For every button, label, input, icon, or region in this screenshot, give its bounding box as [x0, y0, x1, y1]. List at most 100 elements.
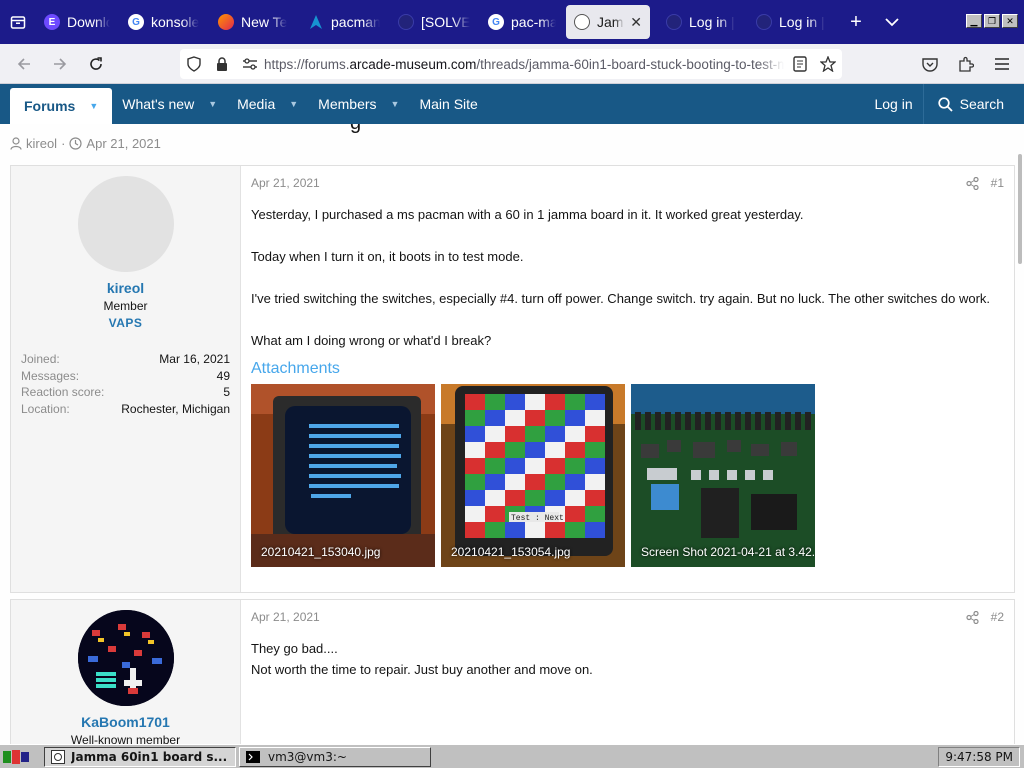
post-date-link[interactable]: Apr 21, 2021 — [251, 176, 1004, 190]
chevron-down-icon[interactable]: ▼ — [289, 99, 298, 109]
attachments-list: 20210421_153040.jpg Test : Next 20210421… — [251, 384, 1004, 567]
maximize-icon[interactable]: ❐ — [984, 14, 1000, 28]
hamburger-menu-icon[interactable] — [988, 49, 1016, 79]
chevron-down-icon[interactable]: ▼ — [89, 101, 98, 111]
reload-icon[interactable] — [78, 46, 114, 82]
new-tab-icon[interactable]: + — [838, 11, 874, 34]
browser-tab-5[interactable]: [SOLVE — [390, 5, 478, 39]
grid-cell — [525, 410, 545, 426]
browser-toolbar: https://forums.arcade-museum.com/threads… — [0, 44, 1024, 84]
share-icon[interactable] — [966, 176, 979, 190]
post-author-panel: kireol Member VAPS Joined: Mar 16, 2021 M… — [11, 166, 241, 592]
back-arrow-icon[interactable] — [6, 46, 42, 82]
post-body: Apr 21, 2021 #2 They go bad.... Not wort… — [241, 600, 1014, 744]
minimize-icon[interactable]: ▁ — [966, 14, 982, 28]
star-bookmark-icon[interactable] — [814, 56, 842, 72]
grid-cell — [545, 490, 565, 506]
browser-tab-4[interactable]: pacman — [300, 5, 388, 39]
tab-overview-button[interactable] — [0, 0, 36, 44]
grid-cell — [485, 490, 505, 506]
browser-tab-3[interactable]: New Te — [210, 5, 298, 39]
browser-tab-6[interactable]: Gpac-ma — [480, 5, 564, 39]
close-tab-icon[interactable]: ✕ — [630, 14, 642, 31]
post-number-link[interactable]: #2 — [991, 610, 1004, 624]
grid-cell — [525, 458, 545, 474]
grid-cell — [565, 490, 585, 506]
browser-tab-9[interactable]: Log in | — [748, 5, 836, 39]
author-name[interactable]: kireol — [21, 280, 230, 296]
nav-main-site[interactable]: Main Site — [409, 84, 487, 124]
shield-icon[interactable] — [180, 56, 208, 72]
taskbar-window-browser[interactable]: Jamma 60in1 board s... — [44, 746, 236, 767]
thread-starter-link[interactable]: kireol — [26, 136, 57, 151]
grid-cell — [465, 522, 485, 538]
kaboom-icon — [574, 14, 590, 30]
toolbar-right-icons — [916, 49, 1016, 79]
nav-whats-new[interactable]: What's new ▼ — [112, 84, 227, 124]
avatar[interactable] — [77, 610, 174, 706]
author-name[interactable]: KaBoom1701 — [21, 714, 230, 730]
post-date-link[interactable]: Apr 21, 2021 — [251, 610, 1004, 624]
search-button[interactable]: Search — [922, 84, 1014, 124]
share-icon[interactable] — [966, 610, 979, 624]
grid-cell — [465, 474, 485, 490]
attachment-thumbnail[interactable]: 20210421_153040.jpg — [251, 384, 435, 567]
attachment-thumbnail[interactable]: Test : Next 20210421_153054.jpg — [441, 384, 625, 567]
post-message: They go bad.... Not worth the time to re… — [251, 641, 593, 677]
attachment-thumbnail[interactable]: Screen Shot 2021-04-21 at 3.42... — [631, 384, 815, 567]
grid-cell — [525, 522, 545, 538]
taskbar-window-terminal[interactable]: vm3@vm3:~ — [239, 746, 431, 767]
thread-date-link[interactable]: Apr 21, 2021 — [86, 136, 160, 151]
extensions-icon[interactable] — [952, 49, 980, 79]
grid-cell — [465, 458, 485, 474]
avatar[interactable] — [77, 176, 174, 272]
grid-cell — [545, 474, 565, 490]
forward-arrow-icon[interactable] — [42, 46, 78, 82]
grid-cell — [485, 394, 505, 410]
login-link[interactable]: Log in — [864, 84, 922, 124]
grid-cell — [565, 474, 585, 490]
page-scrollbar[interactable] — [1016, 124, 1024, 744]
nav-forums[interactable]: Forums ▼ — [10, 88, 113, 124]
grid-cell — [565, 426, 585, 442]
grid-cell — [465, 506, 485, 522]
grid-cell — [525, 490, 545, 506]
firefox-view-icon — [10, 16, 26, 29]
pocket-icon[interactable] — [916, 49, 944, 79]
reader-view-icon[interactable] — [786, 56, 814, 72]
address-bar[interactable]: https://forums.arcade-museum.com/threads… — [180, 49, 842, 79]
chevron-down-icon[interactable]: ▼ — [391, 99, 400, 109]
chevron-down-icon[interactable] — [874, 17, 910, 27]
grid-cell — [505, 442, 525, 458]
browser-tab-2[interactable]: Gkonsole — [120, 5, 208, 39]
scrollbar-thumb[interactable] — [1018, 154, 1022, 264]
nav-media[interactable]: Media ▼ — [227, 84, 308, 124]
browser-tab-8[interactable]: Log in | — [658, 5, 746, 39]
grid-cell — [505, 458, 525, 474]
grid-cell — [565, 458, 585, 474]
url-text[interactable]: https://forums.arcade-museum.com/threads… — [264, 57, 784, 72]
grid-cell — [465, 410, 485, 426]
post-1: kireol Member VAPS Joined: Mar 16, 2021 M… — [10, 165, 1015, 593]
forum-icon — [398, 14, 414, 30]
post-number-link[interactable]: #1 — [991, 176, 1004, 190]
grid-cell — [585, 506, 605, 522]
grid-cell — [485, 410, 505, 426]
grid-cell — [545, 442, 565, 458]
browser-tab-active[interactable]: Jamm✕ — [566, 5, 650, 39]
grid-cell — [505, 490, 525, 506]
permissions-icon[interactable] — [236, 58, 264, 70]
post-author-panel: KaBoom1701 Well-known member — [11, 600, 241, 744]
browser-tab-1[interactable]: E Downlo — [36, 5, 118, 39]
grid-cell — [585, 410, 605, 426]
monitor-color-grid-image: Test : Next — [441, 384, 625, 567]
start-menu-icon[interactable] — [3, 747, 41, 767]
nav-members[interactable]: Members ▼ — [308, 84, 409, 124]
google-icon: G — [488, 14, 504, 30]
chevron-down-icon[interactable]: ▼ — [208, 99, 217, 109]
grid-cell — [585, 426, 605, 442]
browser-tab-strip: E Downlo Gkonsole New Te pacman [SOLVE Gp… — [0, 0, 1024, 44]
close-window-icon[interactable]: ✕ — [1002, 14, 1018, 28]
lock-icon[interactable] — [208, 56, 236, 72]
grid-cell — [525, 394, 545, 410]
